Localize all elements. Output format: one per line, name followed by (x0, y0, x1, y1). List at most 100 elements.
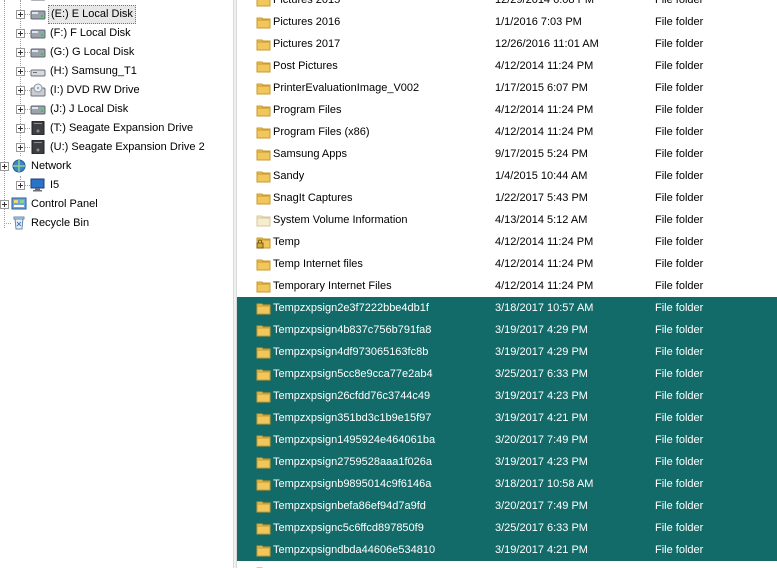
file-date: 1/22/2017 5:43 PM (495, 192, 588, 204)
tree-item-i5[interactable]: I5 (0, 176, 233, 195)
expand-icon[interactable] (16, 29, 25, 38)
file-date: 3/19/2017 4:23 PM (495, 456, 588, 468)
file-date: 3/19/2017 4:29 PM (495, 346, 588, 358)
folder-icon (256, 521, 271, 535)
navigation-pane[interactable]: (E:) E Local Disk (F:) F Local Disk (G:)… (0, 0, 233, 568)
tree-item-u-drive[interactable]: (U:) Seagate Expansion Drive 2 (0, 138, 233, 157)
tree-item-control-panel[interactable]: Control Panel (0, 195, 233, 214)
file-type: File folder (655, 60, 704, 72)
file-row[interactable]: Tempzxpsign2759528aaa1f026a 3/19/2017 4:2… (237, 451, 777, 473)
folder-icon (256, 455, 271, 469)
tree-item-recycle-bin[interactable]: Recycle Bin (0, 214, 233, 233)
expand-icon[interactable] (16, 86, 25, 95)
file-type: File folder (655, 258, 704, 270)
folder-icon (256, 301, 271, 315)
hard-drive-icon (30, 45, 46, 59)
folder-icon (256, 81, 271, 95)
file-name: Tempzxpsign4df973065163fc8b (273, 346, 429, 358)
file-row[interactable]: Sandy 1/4/2015 10:44 AM File folder (237, 165, 777, 187)
file-row[interactable]: Program Files (x86) 4/12/2014 11:24 PM Fil… (237, 121, 777, 143)
file-row[interactable]: Tempzxpsignbefa86ef94d7a9fd 3/20/2017 7:4… (237, 495, 777, 517)
tree-item-network[interactable]: Network (0, 157, 233, 176)
file-name: Tempzxpsignc5c6ffcd897850f9 (273, 522, 424, 534)
file-name: Program Files (273, 104, 342, 116)
expand-icon[interactable] (16, 67, 25, 76)
expand-icon[interactable] (0, 200, 9, 209)
file-row[interactable]: Samsung Apps 9/17/2015 5:24 PM File folder (237, 143, 777, 165)
file-date: 4/12/2014 11:24 PM (495, 60, 594, 72)
tree-item-h-drive[interactable]: (H:) Samsung_T1 (0, 62, 233, 81)
folder-icon (256, 37, 271, 51)
file-row[interactable]: Tempzxpsigndbda44606e534810 3/19/2017 4:2… (237, 539, 777, 561)
file-row[interactable]: Tempzxpsign4b837c756b791fa8 3/19/2017 4:2… (237, 319, 777, 341)
hard-drive-icon (30, 7, 46, 21)
file-row[interactable]: Tempzxpsign1495924e464061ba 3/20/2017 7:4… (237, 429, 777, 451)
expand-icon[interactable] (16, 124, 25, 133)
file-row[interactable]: Tempzxpsign26cfdd76c3744c49 3/19/2017 4:2… (237, 385, 777, 407)
control-panel-icon (11, 197, 27, 211)
file-name: Tempzxpsignb9895014c9f6146a (273, 478, 432, 490)
file-row[interactable]: Tempzxpsign5cc8e9cca77e2ab4 3/25/2017 6:3… (237, 363, 777, 385)
file-type: File folder (655, 478, 704, 490)
folder-icon (256, 125, 271, 139)
folder-icon (256, 103, 271, 117)
expand-icon[interactable] (16, 105, 25, 114)
file-row[interactable]: Tempzxpsign351bd3c1b9e15f97 3/19/2017 4:2… (237, 407, 777, 429)
folder-icon (256, 191, 271, 205)
tree-item-f-drive[interactable]: (F:) F Local Disk (0, 24, 233, 43)
expand-icon[interactable] (16, 48, 25, 57)
tree-item-j-drive[interactable]: (J:) J Local Disk (0, 100, 233, 119)
file-date: 3/18/2017 10:58 AM (495, 478, 594, 490)
tree-item-label: (T:) Seagate Expansion Drive (50, 122, 194, 134)
hard-drive-icon (30, 26, 46, 40)
folder-icon (256, 257, 271, 271)
file-row[interactable]: Program Files 4/12/2014 11:24 PM File fold… (237, 99, 777, 121)
file-row[interactable]: Tempzxpsignb9895014c9f6146a 3/18/2017 10:… (237, 473, 777, 495)
file-type: File folder (655, 522, 704, 534)
file-list[interactable]: Pictures 2015 12/29/2014 6:08 PM File fold… (237, 0, 777, 568)
tree-item-label: Network (31, 160, 72, 172)
file-row[interactable]: SnagIt Captures 1/22/2017 5:43 PM File fol… (237, 187, 777, 209)
file-name: Tempzxpsign5cc8e9cca77e2ab4 (273, 368, 433, 380)
expand-icon[interactable] (0, 162, 9, 171)
file-row[interactable]: System Volume Information 4/13/2014 5:12 … (237, 209, 777, 231)
expand-icon[interactable] (16, 143, 25, 152)
file-row[interactable]: Tempzxpsignc5c6ffcd897850f9 3/25/2017 6:3… (237, 517, 777, 539)
expand-icon[interactable] (16, 10, 25, 19)
file-row[interactable]: Temp Internet files 4/12/2014 11:24 PM Fil… (237, 253, 777, 275)
file-row[interactable]: Tempzxpsign2e3f7222bbe4db1f 3/18/2017 10:… (237, 297, 777, 319)
file-name: Pictures 2016 (273, 16, 341, 28)
removable-drive-icon (30, 64, 46, 78)
file-row-partial[interactable] (237, 561, 777, 568)
file-name: Tempzxpsigndbda44606e534810 (273, 544, 436, 556)
folder-icon (256, 411, 271, 425)
folder-icon (256, 169, 271, 183)
file-row[interactable]: Pictures 2015 12/29/2014 6:08 PM File fold… (237, 0, 777, 11)
folder-icon (256, 499, 271, 513)
tree-item-g-drive[interactable]: (G:) G Local Disk (0, 43, 233, 62)
file-name: Temp Internet files (273, 258, 363, 270)
file-row[interactable]: Post Pictures 4/12/2014 11:24 PM File fold… (237, 55, 777, 77)
file-row[interactable]: Tempzxpsign4df973065163fc8b 3/19/2017 4:2… (237, 341, 777, 363)
tree-item-i-drive[interactable]: (I:) DVD RW Drive (0, 81, 233, 100)
computer-icon (30, 178, 46, 192)
tree-item-t-drive[interactable]: (T:) Seagate Expansion Drive (0, 119, 233, 138)
file-type: File folder (655, 214, 704, 226)
file-row[interactable]: PrinterEvaluationImage_V002 1/17/2015 6:0… (237, 77, 777, 99)
tree-item-label: (E:) E Local Disk (48, 5, 136, 24)
file-row[interactable]: Pictures 2016 1/1/2016 7:03 PM File folder (237, 11, 777, 33)
file-row[interactable]: Pictures 2017 12/26/2016 11:01 AM File fol… (237, 33, 777, 55)
hard-drive-icon (30, 102, 46, 116)
file-name: System Volume Information (273, 214, 408, 226)
file-type: File folder (655, 346, 704, 358)
folder-icon (256, 477, 271, 491)
file-type: File folder (655, 544, 704, 556)
file-date: 3/19/2017 4:29 PM (495, 324, 588, 336)
tree-item-e-drive[interactable]: (E:) E Local Disk (0, 5, 233, 24)
file-row[interactable]: Temp 4/12/2014 11:24 PM File folder (237, 231, 777, 253)
file-type: File folder (655, 456, 704, 468)
file-row[interactable]: Temporary Internet Files 4/12/2014 11:24 … (237, 275, 777, 297)
expand-icon[interactable] (16, 181, 25, 190)
file-date: 4/12/2014 11:24 PM (495, 236, 594, 248)
file-date: 3/19/2017 4:21 PM (495, 544, 588, 556)
